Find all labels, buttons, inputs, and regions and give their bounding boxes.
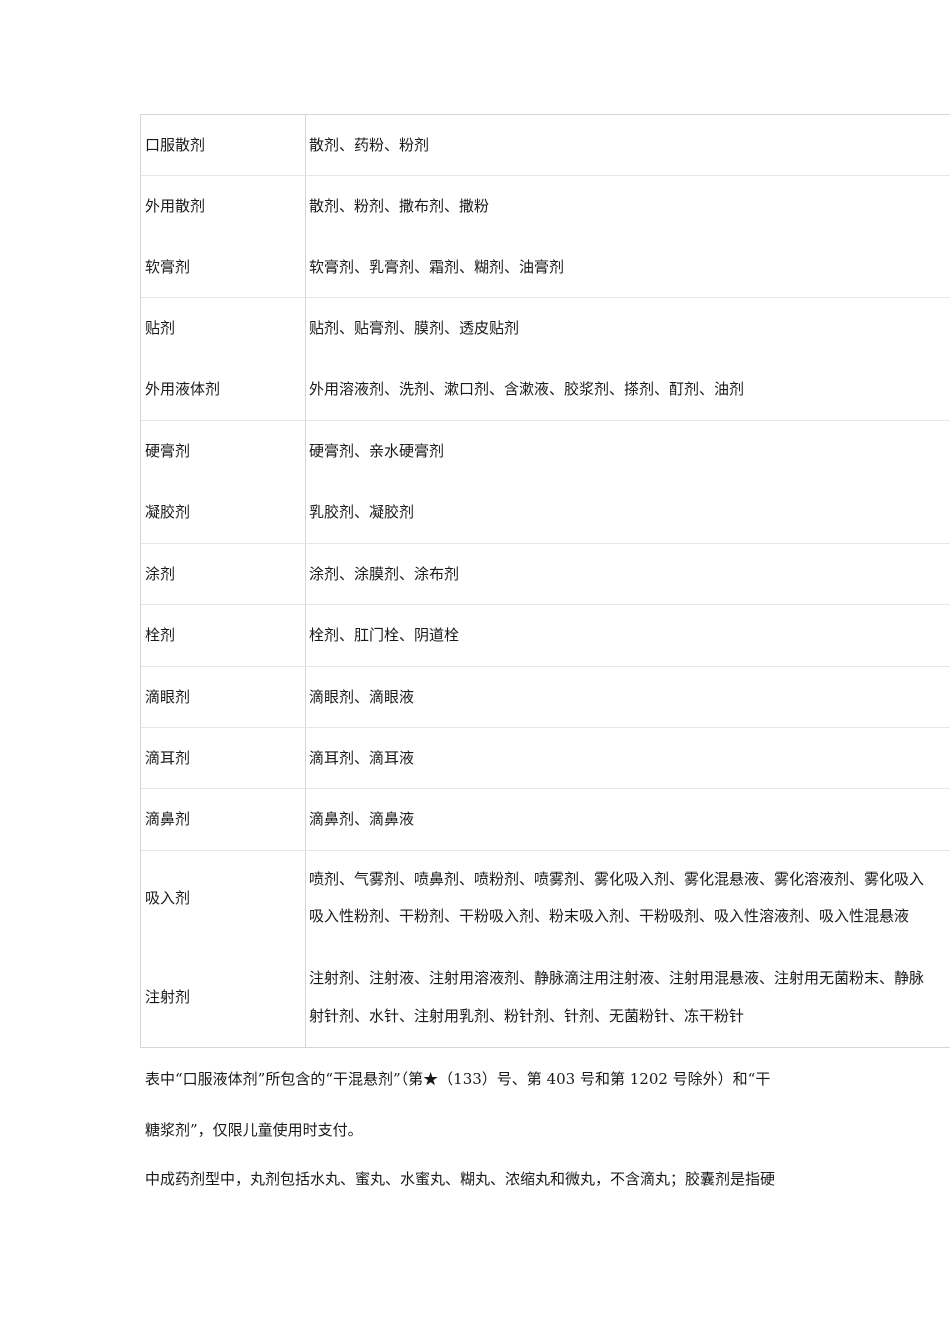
table-row: 吸入剂 喷剂、气雾剂、喷鼻剂、喷粉剂、喷雾剂、雾化吸入剂、雾化混悬液、雾化溶液剂… [141,851,950,949]
dosage-form-items: 射针剂、水针、注射用乳剂、粉针剂、针剂、无菌粉针、冻干粉针 [309,1007,745,1025]
note-line: 糖浆剂”，仅限儿童使用时支付。 [145,1121,363,1139]
dosage-form-name: 软膏剂 [145,258,191,276]
note-line: 中成药剂型中，丸剂包括水丸、蜜丸、水蜜丸、糊丸、浓缩丸和微丸，不含滴丸；胶囊剂是… [145,1170,776,1188]
dosage-form-items: 滴鼻剂、滴鼻液 [309,810,415,828]
table-row: 涂剂 涂剂、涂膜剂、涂布剂 [141,544,950,605]
table-row: 栓剂 栓剂、肛门栓、阴道栓 [141,605,950,667]
dosage-form-items: 贴剂、贴膏剂、膜剂、透皮贴剂 [309,319,520,337]
dosage-form-table: 口服散剂 散剂、药粉、粉剂 外用散剂 散剂、粉剂、撒布剂、撒粉 软膏剂 软膏剂、… [140,114,950,1048]
dosage-form-name: 注射剂 [145,988,191,1006]
dosage-form-name: 滴鼻剂 [145,810,191,828]
dosage-form-name: 凝胶剂 [145,503,191,521]
table-row: 凝胶剂 乳胶剂、凝胶剂 [141,482,950,544]
note-line: 表中“口服液体剂”所包含的“干混悬剂”（第★（133）号、第 403 号和第 1… [145,1070,771,1088]
dosage-form-name: 口服散剂 [145,136,206,154]
table-row: 外用液体剂 外用溶液剂、洗剂、漱口剂、含漱液、胶浆剂、搽剂、酊剂、油剂 [141,359,950,421]
dosage-form-items: 散剂、粉剂、撒布剂、撒粉 [309,197,490,215]
dosage-form-items: 散剂、药粉、粉剂 [309,136,430,154]
table-row: 硬膏剂 硬膏剂、亲水硬膏剂 [141,421,950,482]
dosage-form-name: 外用散剂 [145,197,206,215]
dosage-form-items: 注射剂、注射液、注射用溶液剂、静脉滴注用注射液、注射用混悬液、注射用无菌粉末、静… [309,969,925,987]
dosage-form-name: 吸入剂 [145,889,191,907]
dosage-form-items: 软膏剂、乳膏剂、霜剂、糊剂、油膏剂 [309,258,565,276]
dosage-form-items: 硬膏剂、亲水硬膏剂 [309,442,445,460]
dosage-form-name: 栓剂 [145,626,176,644]
table-row: 软膏剂 软膏剂、乳膏剂、霜剂、糊剂、油膏剂 [141,237,950,298]
table-row: 口服散剂 散剂、药粉、粉剂 [141,115,950,176]
dosage-form-name: 贴剂 [145,319,176,337]
table-row: 注射剂 注射剂、注射液、注射用溶液剂、静脉滴注用注射液、注射用混悬液、注射用无菌… [141,949,950,1047]
dosage-form-items: 涂剂、涂膜剂、涂布剂 [309,565,460,583]
dosage-form-items: 喷剂、气雾剂、喷鼻剂、喷粉剂、喷雾剂、雾化吸入剂、雾化混悬液、雾化溶液剂、雾化吸… [309,870,925,888]
dosage-form-items: 滴耳剂、滴耳液 [309,749,415,767]
dosage-form-name: 涂剂 [145,565,176,583]
dosage-form-items: 乳胶剂、凝胶剂 [309,503,415,521]
dosage-form-name: 滴眼剂 [145,688,191,706]
table-row: 滴耳剂 滴耳剂、滴耳液 [141,728,950,789]
dosage-form-items: 滴眼剂、滴眼液 [309,688,415,706]
dosage-form-name: 外用液体剂 [145,380,221,398]
table-row: 滴眼剂 滴眼剂、滴眼液 [141,667,950,728]
table-row: 外用散剂 散剂、粉剂、撒布剂、撒粉 [141,176,950,237]
dosage-form-items: 栓剂、肛门栓、阴道栓 [309,626,460,644]
table-row: 贴剂 贴剂、贴膏剂、膜剂、透皮贴剂 [141,298,950,359]
dosage-form-items: 外用溶液剂、洗剂、漱口剂、含漱液、胶浆剂、搽剂、酊剂、油剂 [309,380,745,398]
table-row: 滴鼻剂 滴鼻剂、滴鼻液 [141,789,950,851]
dosage-form-name: 滴耳剂 [145,749,191,767]
dosage-form-name: 硬膏剂 [145,442,191,460]
dosage-form-items: 吸入性粉剂、干粉剂、干粉吸入剂、粉末吸入剂、干粉吸剂、吸入性溶液剂、吸入性混悬液 [309,907,910,925]
